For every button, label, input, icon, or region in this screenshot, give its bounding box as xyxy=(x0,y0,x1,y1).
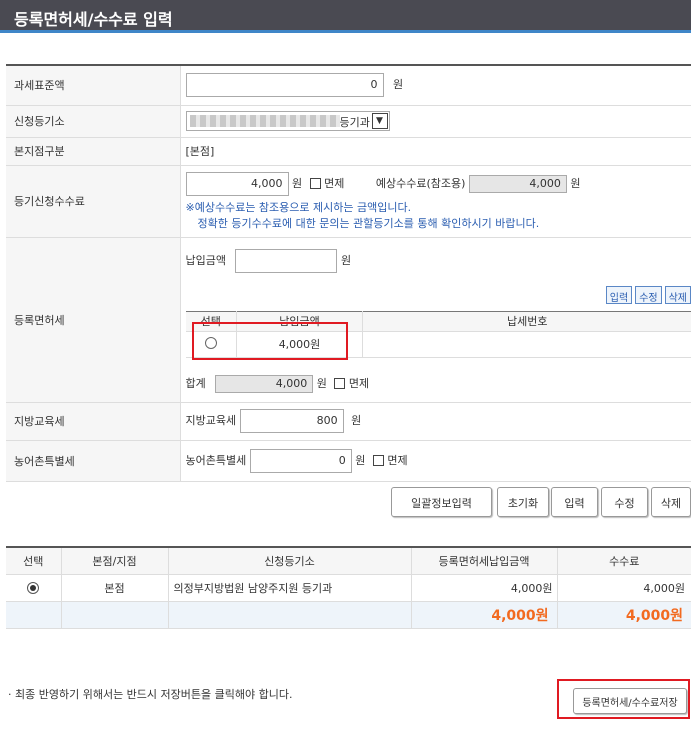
registry-label: 신청등기소 xyxy=(6,105,181,138)
page-title: 등록면허세/수수료 입력 xyxy=(14,10,173,29)
header-fee: 수수료 xyxy=(557,547,691,575)
farm-tax-inner-label: 농어촌특별세 xyxy=(185,453,247,467)
delete-button[interactable]: 삭제 xyxy=(651,487,691,517)
tax-exempt-label: 면제 xyxy=(348,376,370,390)
table-row[interactable]: 본점 의정부지방법원 남양주지원 등기과 4,000원 4,000원 xyxy=(6,574,691,602)
pay-amount-label: 납입금액 xyxy=(185,253,226,267)
fee-note-1: ※예상수수료는 참조용으로 제시하는 금액입니다. xyxy=(185,200,412,214)
farm-tax-label: 농어촌특별세 xyxy=(6,440,181,482)
est-fee-label: 예상수수료(참조용) xyxy=(375,176,466,190)
save-notice: · 최종 반영하기 위해서는 반드시 저장버튼을 클릭해야 합니다. xyxy=(8,688,293,701)
farm-exempt-label: 면제 xyxy=(387,453,408,467)
tax-exempt-checkbox[interactable] xyxy=(334,378,346,389)
division-value: [본점] xyxy=(180,137,691,166)
pay-amount-input[interactable] xyxy=(235,248,338,273)
tax-row-number xyxy=(362,331,691,358)
row-fee: 4,000원 xyxy=(557,574,691,602)
edu-tax-unit: 원 xyxy=(351,414,362,427)
row-division: 본점 xyxy=(61,574,169,602)
batch-input-button[interactable]: 일괄정보입력 xyxy=(391,487,492,517)
tax-input-button[interactable]: 입력 xyxy=(605,285,633,304)
highlight-tax-row xyxy=(192,322,348,360)
tax-base-input[interactable]: 0 xyxy=(185,73,384,98)
edit-button[interactable]: 수정 xyxy=(601,487,648,517)
result-table: 선택 본점/지점 신청등기소 등록면허세납입금액 수수료 본점 의정부지방법원 … xyxy=(6,546,691,629)
col-tax-number: 납세번호 xyxy=(362,311,691,332)
fee-unit: 원 xyxy=(292,176,303,190)
row-radio-selected[interactable] xyxy=(27,582,40,594)
fee-input[interactable]: 4,000 xyxy=(185,171,289,196)
edu-tax-input[interactable]: 800 xyxy=(239,409,344,433)
reset-button[interactable]: 초기화 xyxy=(497,487,549,517)
farm-tax-input[interactable]: 0 xyxy=(249,448,352,473)
farm-tax-unit: 원 xyxy=(355,453,366,467)
license-tax-label: 등록면허세 xyxy=(6,237,181,403)
page-header: 등록면허세/수수료 입력 xyxy=(0,0,691,33)
est-fee-unit: 원 xyxy=(570,176,581,190)
tax-base-label: 과세표준액 xyxy=(6,65,181,106)
header-tax: 등록면허세납입금액 xyxy=(411,547,558,575)
tax-delete-button[interactable]: 삭제 xyxy=(664,285,691,304)
est-fee-value: 4,000 xyxy=(468,174,567,193)
edu-tax-inner-label: 지방교육세 xyxy=(185,414,237,427)
highlight-save-button xyxy=(557,679,690,719)
fee-exempt-checkbox[interactable] xyxy=(309,178,321,189)
fee-exempt-label: 면제 xyxy=(324,176,345,190)
fee-note-2: 정확한 등기수수료에 대한 문의는 관할등기소를 통해 확인하시기 바랍니다. xyxy=(197,216,540,230)
sum-value: 4,000 xyxy=(215,374,314,393)
registry-blur xyxy=(189,115,340,127)
total-tax: 4,000원 xyxy=(411,601,558,629)
tax-edit-button[interactable]: 수정 xyxy=(635,285,662,304)
input-form: 과세표준액 0 원 신청등기소 등기과 ▼ 본지점구분 [본점] 등기신청수수료… xyxy=(6,64,691,482)
edu-tax-label: 지방교육세 xyxy=(6,402,181,441)
chevron-down-icon[interactable]: ▼ xyxy=(371,113,388,129)
pay-amount-unit: 원 xyxy=(340,253,352,267)
header-division: 본점/지점 xyxy=(61,547,169,575)
sum-unit: 원 xyxy=(316,376,327,390)
header-select: 선택 xyxy=(6,547,62,575)
header-registry: 신청등기소 xyxy=(168,547,412,575)
fee-label: 등기신청수수료 xyxy=(6,165,181,238)
registry-select[interactable]: 등기과 ▼ xyxy=(185,111,390,131)
registry-selected: 등기과 xyxy=(339,116,370,129)
row-registry: 의정부지방법원 남양주지원 등기과 xyxy=(168,574,412,602)
row-tax: 4,000원 xyxy=(411,574,558,602)
input-button[interactable]: 입력 xyxy=(551,487,598,517)
total-fee: 4,000원 xyxy=(557,601,691,629)
tax-base-unit: 원 xyxy=(393,78,404,92)
sum-label: 합계 xyxy=(185,376,206,390)
division-label: 본지점구분 xyxy=(6,137,181,166)
farm-exempt-checkbox[interactable] xyxy=(372,455,384,466)
